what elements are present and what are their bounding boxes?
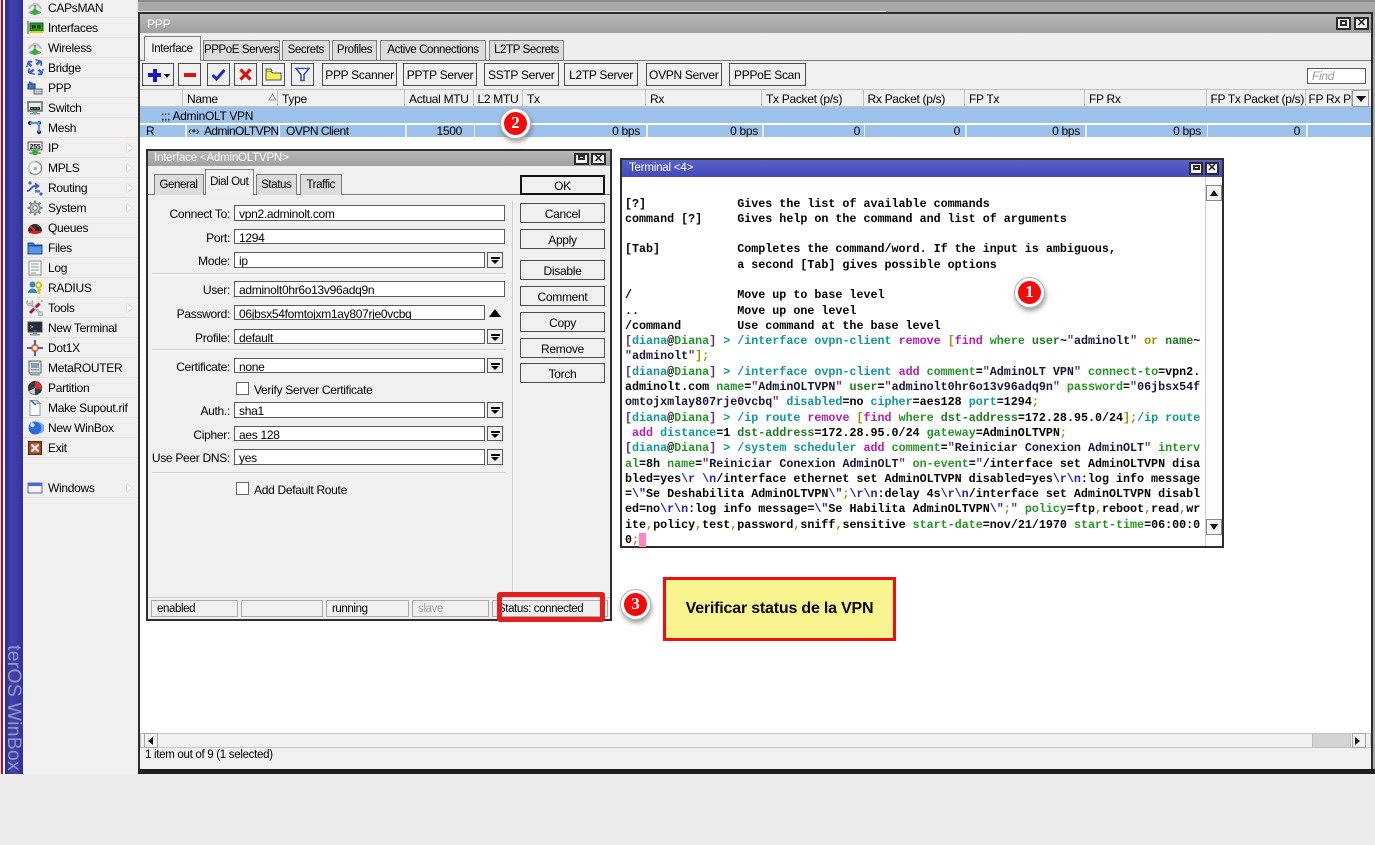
svg-text:>_: >_	[30, 325, 37, 331]
